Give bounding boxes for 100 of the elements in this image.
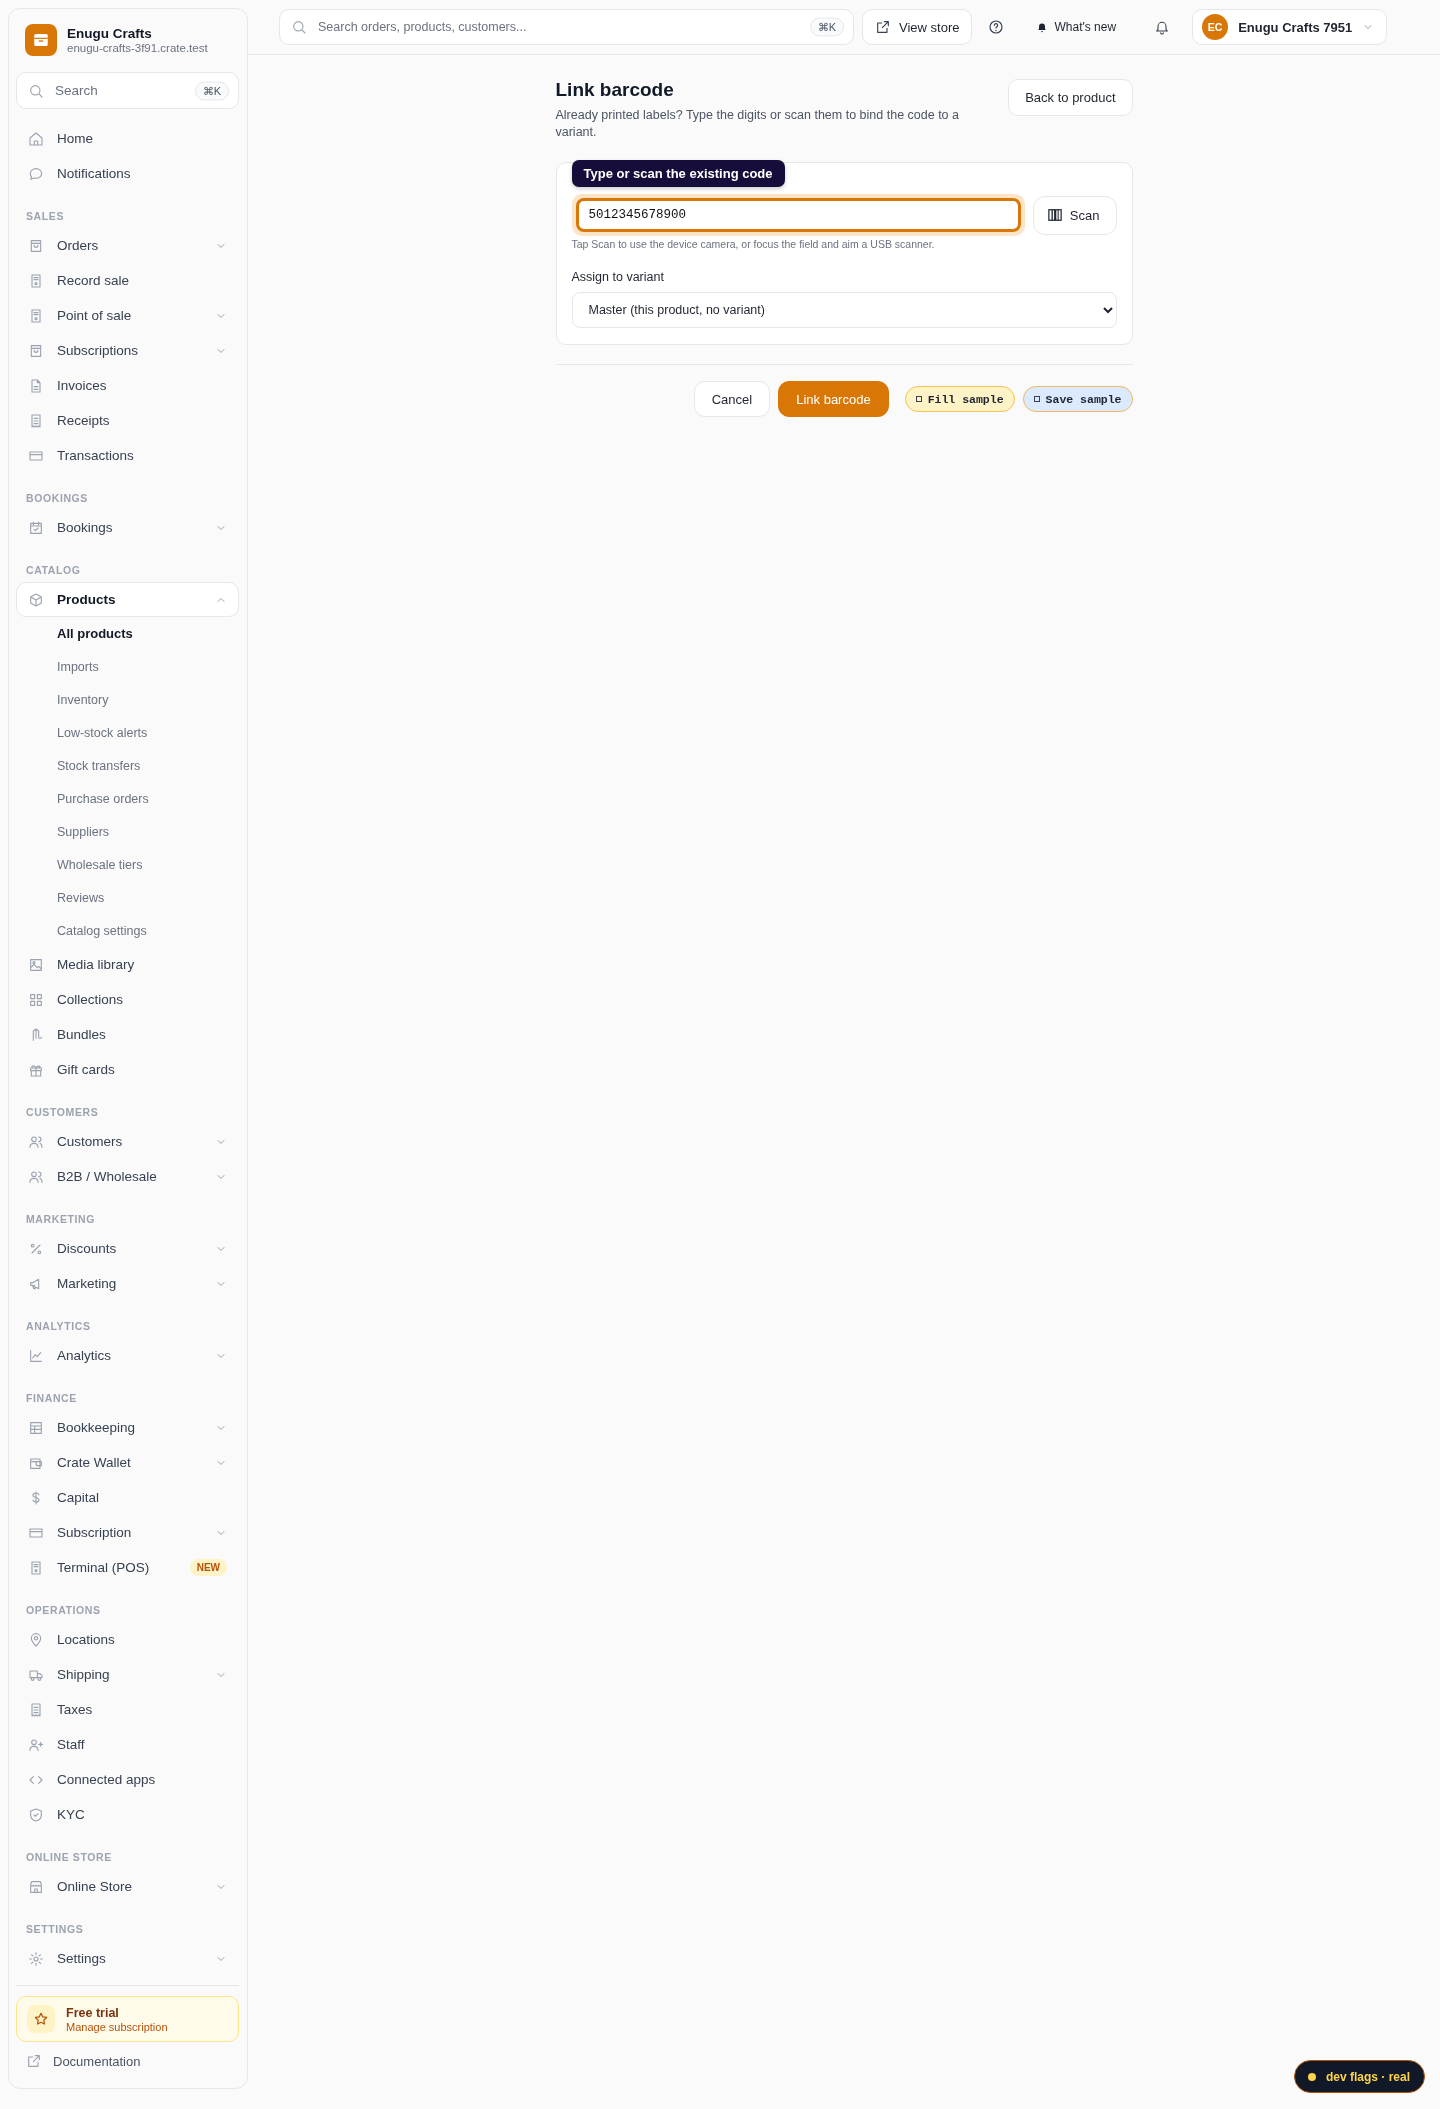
barcode-icon (1047, 208, 1062, 222)
store-icon (28, 1878, 44, 1895)
nav-item[interactable]: Connected apps (16, 1762, 239, 1797)
nav-item[interactable]: Capital (16, 1480, 239, 1515)
submenu-item[interactable]: Imports (16, 650, 239, 683)
nav-item[interactable]: Receipts (16, 403, 239, 438)
store-domain: enugu-crafts-3f91.crate.test (67, 42, 208, 54)
register-icon (28, 272, 44, 289)
store-name: Enugu Crafts (67, 26, 153, 41)
document-icon (28, 377, 44, 394)
new-badge: NEW (189, 1559, 227, 1576)
nav-item[interactable]: Home (16, 121, 239, 156)
account-menu[interactable]: EC Enugu Crafts 7951 (1192, 9, 1388, 45)
nav-item[interactable]: Subscription (16, 1515, 239, 1550)
submenu-item[interactable]: Catalog settings (16, 914, 239, 947)
nav-item[interactable]: Terminal (POS) NEW (16, 1550, 239, 1585)
submenu-item[interactable]: Inventory (16, 683, 239, 716)
nav-item[interactable]: B2B / Wholesale (16, 1159, 239, 1194)
star-icon (33, 2011, 49, 2027)
nav-item[interactable]: Discounts (16, 1231, 239, 1266)
home-icon (28, 130, 44, 147)
trial-link: Manage subscription (66, 2020, 168, 2033)
save-sample-button[interactable]: Save sample (1022, 386, 1133, 412)
store-logo-icon (25, 24, 57, 56)
fill-sample-button[interactable]: Fill sample (904, 386, 1015, 412)
nav-item[interactable]: Settings (16, 1941, 239, 1976)
register-icon (28, 307, 44, 324)
section-label: SALES (25, 209, 65, 224)
submenu-item[interactable]: Purchase orders (16, 782, 239, 815)
status-dot-icon (1307, 2072, 1316, 2081)
people-icon (28, 1133, 44, 1150)
square-icon (1033, 396, 1040, 402)
section-label: FINANCE (25, 1391, 78, 1406)
nav-item[interactable]: Taxes (16, 1692, 239, 1727)
dev-flags-pill[interactable]: dev flags · real (1293, 2060, 1425, 2093)
nav-item[interactable]: Customers (16, 1124, 239, 1159)
external-link-icon (26, 2053, 42, 2069)
shield-icon (28, 1806, 44, 1823)
trial-card[interactable]: Free trial Manage subscription (16, 1996, 239, 2042)
calendar-icon (28, 519, 44, 536)
submenu-item[interactable]: Reviews (16, 881, 239, 914)
notifications-button[interactable] (1154, 19, 1171, 35)
trial-title: Free trial (66, 2005, 120, 2020)
receipt-icon (28, 412, 44, 429)
grid-icon (28, 991, 44, 1008)
variant-select[interactable]: Master (this product, no variant) (571, 292, 1117, 328)
submenu-item[interactable]: Suppliers (16, 815, 239, 848)
section-label: SETTINGS (25, 1922, 85, 1937)
image-icon (28, 956, 44, 973)
nav-item[interactable]: Collections (16, 982, 239, 1017)
section-label: ANALYTICS (25, 1319, 92, 1334)
view-store-button[interactable]: View store (862, 9, 973, 45)
help-button[interactable] (988, 19, 1005, 35)
nav-item[interactable]: Marketing (16, 1266, 239, 1301)
search-icon (291, 19, 307, 35)
nav-item[interactable]: Invoices (16, 368, 239, 403)
nav-item[interactable]: Bookings (16, 510, 239, 545)
nav-item[interactable]: Crate Wallet (16, 1445, 239, 1480)
submenu-item[interactable]: Wholesale tiers (16, 848, 239, 881)
section-label: CATALOG (25, 563, 82, 578)
submenu-item[interactable]: All products (16, 617, 239, 650)
cancel-button[interactable]: Cancel (693, 381, 771, 417)
bell-icon (1036, 21, 1049, 33)
settings-icon (28, 1950, 44, 1967)
nav-item[interactable]: Products (16, 582, 239, 617)
receipt-icon (28, 1701, 44, 1718)
nav-item[interactable]: Subscriptions (16, 333, 239, 368)
nav-item[interactable]: Bookkeeping (16, 1410, 239, 1445)
submenu-item[interactable]: Stock transfers (16, 749, 239, 782)
nav-item[interactable]: Transactions (16, 438, 239, 473)
section-label: ONLINE STORE (25, 1850, 113, 1865)
section-label: CUSTOMERS (25, 1105, 100, 1120)
nav-item[interactable]: Record sale (16, 263, 239, 298)
whats-new-button[interactable]: What's new (1030, 19, 1123, 35)
nav-item[interactable]: Staff (16, 1727, 239, 1762)
page-title: Link barcode (555, 79, 675, 101)
box-icon (28, 591, 44, 608)
nav-item[interactable]: Online Store (16, 1869, 239, 1904)
barcode-input[interactable]: 5012345678900 (571, 194, 1025, 236)
nav-item[interactable]: Analytics (16, 1338, 239, 1373)
nav-item[interactable]: KYC (16, 1797, 239, 1832)
nav-item[interactable]: Bundles (16, 1017, 239, 1052)
nav-item[interactable]: Media library (16, 947, 239, 982)
search-icon (28, 82, 44, 99)
scan-button[interactable]: Scan (1032, 195, 1117, 235)
section-label: BOOKINGS (25, 491, 89, 506)
nav-item[interactable]: Point of sale (16, 298, 239, 333)
user-plus-icon (28, 1736, 44, 1753)
documentation-link[interactable]: Documentation (16, 2042, 239, 2080)
back-button[interactable]: Back to product (1008, 79, 1133, 116)
nav-item[interactable]: Shipping (16, 1657, 239, 1692)
nav-item[interactable]: Notifications (16, 156, 239, 191)
register-icon (28, 1559, 44, 1576)
submenu-item[interactable]: Low-stock alerts (16, 716, 239, 749)
nav-item[interactable]: Gift cards (16, 1052, 239, 1087)
tooltip: Type or scan the existing code (571, 160, 785, 187)
square-icon (915, 396, 922, 402)
nav-item[interactable]: Locations (16, 1622, 239, 1657)
nav-item[interactable]: Orders (16, 228, 239, 263)
people-icon (28, 1168, 44, 1185)
